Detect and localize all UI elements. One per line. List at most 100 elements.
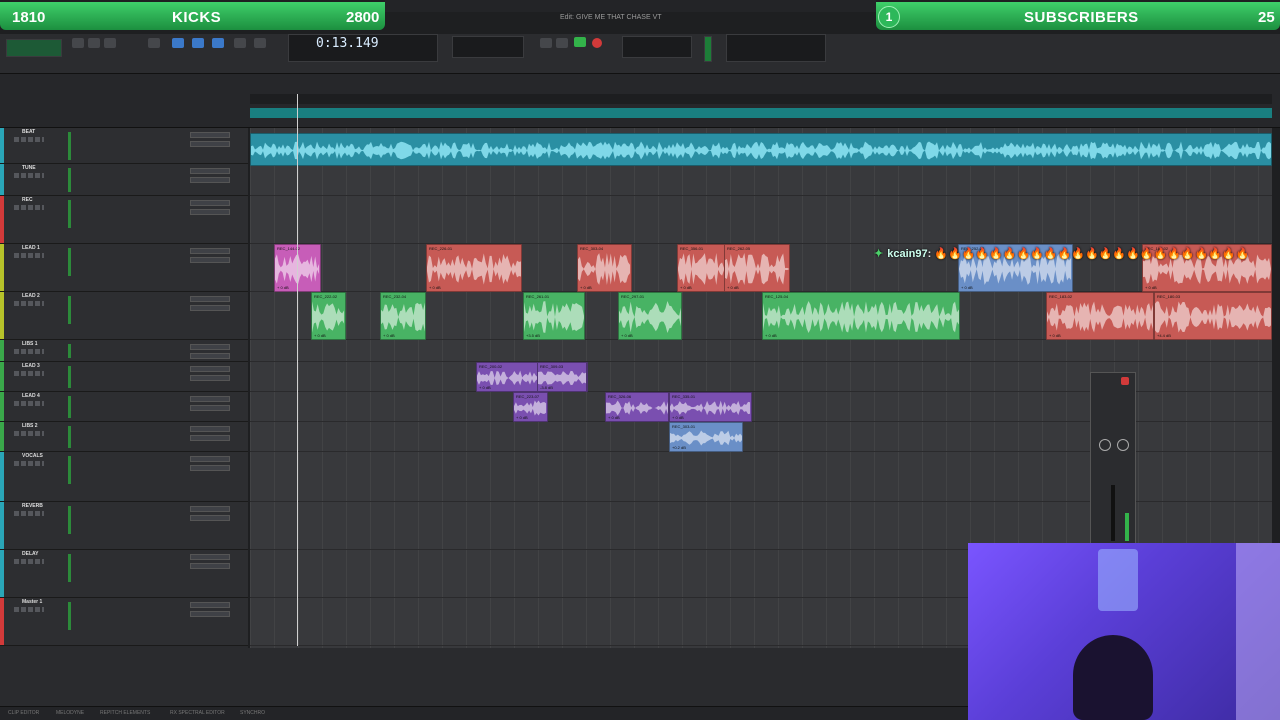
insert-slot[interactable] bbox=[190, 132, 230, 138]
send-slot[interactable] bbox=[190, 563, 230, 569]
clip-gain[interactable]: + 0 dB bbox=[383, 333, 395, 338]
pencil-tool-icon[interactable] bbox=[254, 38, 266, 48]
track-lane[interactable] bbox=[250, 340, 1272, 362]
bottom-tab[interactable]: SYNCHRO bbox=[240, 710, 265, 716]
clip-gain[interactable]: + 0 dB bbox=[672, 415, 684, 420]
zoom-out-icon[interactable] bbox=[72, 38, 84, 48]
insert-slot[interactable] bbox=[190, 506, 230, 512]
track-name[interactable]: Master 1 bbox=[22, 599, 42, 605]
timeline-ruler[interactable] bbox=[250, 94, 1272, 104]
track-name[interactable]: DELAY bbox=[22, 551, 39, 557]
track-header[interactable]: DELAY bbox=[0, 550, 248, 598]
playhead-cursor[interactable] bbox=[297, 94, 298, 646]
send-slot[interactable] bbox=[190, 141, 230, 147]
track-buttons[interactable] bbox=[14, 349, 44, 354]
track-buttons[interactable] bbox=[14, 371, 44, 376]
audio-clip[interactable]: REC_223-07 + 0 dB bbox=[513, 392, 548, 422]
play-icon[interactable] bbox=[556, 38, 568, 48]
audio-clip[interactable]: REC_226-01 + 0 dB bbox=[426, 244, 522, 292]
audio-clip[interactable]: REC_232-04 + 0 dB bbox=[380, 292, 426, 340]
grabber-tool-icon[interactable] bbox=[212, 38, 224, 48]
track-header[interactable]: BEAT bbox=[0, 128, 248, 164]
audio-clip[interactable]: REC_222-02 + 0 dB bbox=[311, 292, 346, 340]
edit-mode-selector[interactable] bbox=[6, 39, 62, 57]
track-name[interactable]: LIBS 1 bbox=[22, 341, 38, 347]
send-slot[interactable] bbox=[190, 465, 230, 471]
track-header[interactable]: REVERB bbox=[0, 502, 248, 550]
clip-gain[interactable]: + 0 dB bbox=[680, 285, 692, 290]
audio-clip[interactable]: REC_326-06 + 0 dB bbox=[605, 392, 669, 422]
clip-gain[interactable]: + 0 dB bbox=[765, 333, 777, 338]
clip-gain[interactable]: + 0 dB bbox=[479, 385, 491, 390]
clip-gain[interactable]: + 0 dB bbox=[314, 333, 326, 338]
zoom-preset-icon[interactable] bbox=[104, 38, 116, 48]
insert-slot[interactable] bbox=[190, 554, 230, 560]
clip-gain[interactable]: +3.5 dB bbox=[526, 333, 540, 338]
track-name[interactable]: TUNE bbox=[22, 165, 36, 171]
track-header[interactable]: LEAD 4 bbox=[0, 392, 248, 422]
clip-gain[interactable]: + 0 dB bbox=[621, 333, 633, 338]
stop-icon[interactable] bbox=[540, 38, 552, 48]
track-lane[interactable] bbox=[250, 164, 1272, 196]
track-name[interactable]: LEAD 1 bbox=[22, 245, 40, 251]
send-slot[interactable] bbox=[190, 611, 230, 617]
track-name[interactable]: LEAD 4 bbox=[22, 393, 40, 399]
clip-gain[interactable]: + 0 dB bbox=[580, 285, 592, 290]
audio-clip[interactable]: REC_183-02 + 0 dB bbox=[1046, 292, 1154, 340]
zoom-in-icon[interactable] bbox=[88, 38, 100, 48]
insert-slot[interactable] bbox=[190, 200, 230, 206]
trim-tool-icon[interactable] bbox=[172, 38, 184, 48]
send-slot[interactable] bbox=[190, 515, 230, 521]
send-slot[interactable] bbox=[190, 435, 230, 441]
track-header[interactable]: VOCALS bbox=[0, 452, 248, 502]
audio-clip[interactable]: REC_356-01 + 0 dB bbox=[677, 244, 725, 292]
vocals-output-window[interactable] bbox=[1090, 372, 1136, 544]
audio-clip[interactable]: REC_180-03 +4.4 dB bbox=[1154, 292, 1272, 340]
clip-gain[interactable]: + 0 dB bbox=[516, 415, 528, 420]
track-name[interactable]: REC bbox=[22, 197, 33, 203]
track-lane[interactable] bbox=[250, 196, 1272, 244]
zoomer-tool-icon[interactable] bbox=[148, 38, 160, 48]
beat-clip[interactable] bbox=[250, 133, 1272, 166]
send-slot[interactable] bbox=[190, 405, 230, 411]
track-header[interactable]: Master 1 bbox=[0, 598, 248, 646]
send-slot[interactable] bbox=[190, 305, 230, 311]
insert-slot[interactable] bbox=[190, 366, 230, 372]
track-name[interactable]: LIBS 2 bbox=[22, 423, 38, 429]
bottom-tab[interactable]: CLIP EDITOR bbox=[8, 710, 39, 716]
loop-play-icon[interactable] bbox=[574, 37, 586, 47]
track-header[interactable]: LIBS 1 bbox=[0, 340, 248, 362]
track-name[interactable]: BEAT bbox=[22, 129, 35, 135]
insert-slot[interactable] bbox=[190, 426, 230, 432]
track-buttons[interactable] bbox=[14, 205, 44, 210]
tempo-ruler[interactable] bbox=[250, 108, 1272, 118]
clip-gain[interactable]: +0.2 dB bbox=[672, 445, 686, 450]
track-header[interactable]: LIBS 2 bbox=[0, 422, 248, 452]
track-buttons[interactable] bbox=[14, 301, 44, 306]
audio-clip[interactable]: REC_261-01 +3.5 dB bbox=[523, 292, 585, 340]
audio-clip[interactable]: REC_309-03 -3.8 dB bbox=[537, 362, 587, 392]
audio-clip[interactable]: REC_303-04 + 0 dB bbox=[577, 244, 632, 292]
clip-gain[interactable]: + 0 dB bbox=[429, 285, 441, 290]
insert-slot[interactable] bbox=[190, 456, 230, 462]
track-buttons[interactable] bbox=[14, 401, 44, 406]
track-buttons[interactable] bbox=[14, 607, 44, 612]
scrubber-tool-icon[interactable] bbox=[234, 38, 246, 48]
clip-gain[interactable]: -3.8 dB bbox=[540, 385, 553, 390]
bottom-tab[interactable]: REPITCH ELEMENTS bbox=[100, 710, 150, 716]
track-name[interactable]: LEAD 3 bbox=[22, 363, 40, 369]
send-slot[interactable] bbox=[190, 375, 230, 381]
clip-gain[interactable]: + 0 dB bbox=[1049, 333, 1061, 338]
track-name[interactable]: VOCALS bbox=[22, 453, 43, 459]
audio-clip[interactable]: REC_125-04 + 0 dB bbox=[762, 292, 960, 340]
insert-slot[interactable] bbox=[190, 344, 230, 350]
insert-slot[interactable] bbox=[190, 168, 230, 174]
track-buttons[interactable] bbox=[14, 253, 44, 258]
clip-gain[interactable]: + 0 dB bbox=[277, 285, 289, 290]
track-buttons[interactable] bbox=[14, 173, 44, 178]
audio-clip[interactable]: REC_335-01 + 0 dB bbox=[669, 392, 752, 422]
bottom-tab[interactable]: MELODYNE bbox=[56, 710, 84, 716]
clip-gain[interactable]: + 0 dB bbox=[727, 285, 739, 290]
clip-gain[interactable]: + 0 dB bbox=[1145, 285, 1157, 290]
record-icon[interactable] bbox=[592, 38, 602, 48]
